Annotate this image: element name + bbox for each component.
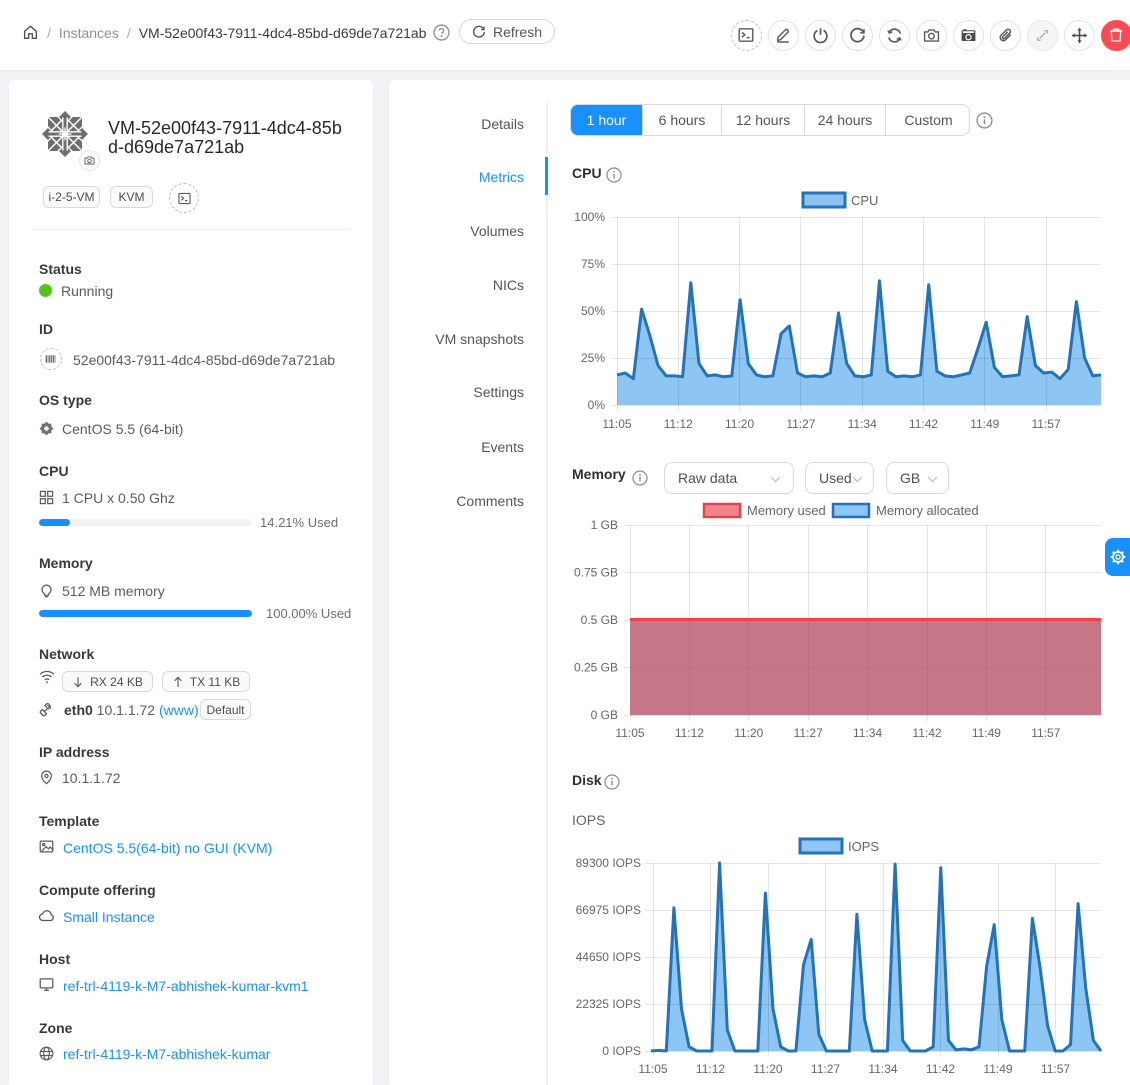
svg-text:44650 IOPS: 44650 IOPS [576,950,641,964]
svg-text:CPU: CPU [851,193,878,208]
svg-text:11:27: 11:27 [811,1062,840,1076]
svg-text:11:12: 11:12 [675,726,704,740]
svg-text:11:42: 11:42 [912,726,941,740]
svg-text:66975 IOPS: 66975 IOPS [576,903,641,917]
svg-text:0 GB: 0 GB [591,708,618,722]
svg-text:11:12: 11:12 [664,417,693,431]
svg-text:11:05: 11:05 [638,1062,667,1076]
svg-text:11:34: 11:34 [848,417,877,431]
svg-text:11:42: 11:42 [909,417,938,431]
svg-text:11:57: 11:57 [1031,726,1060,740]
svg-text:11:49: 11:49 [970,417,999,431]
svg-text:Memory used: Memory used [747,503,826,518]
svg-text:11:34: 11:34 [853,726,882,740]
svg-text:0.25 GB: 0.25 GB [574,661,618,675]
svg-text:0%: 0% [588,398,606,412]
svg-text:100%: 100% [574,210,605,224]
svg-text:11:57: 11:57 [1032,417,1061,431]
svg-text:11:57: 11:57 [1041,1062,1070,1076]
svg-text:11:49: 11:49 [983,1062,1012,1076]
svg-text:11:34: 11:34 [868,1062,897,1076]
svg-text:89300 IOPS: 89300 IOPS [576,856,641,870]
svg-text:75%: 75% [581,257,605,271]
svg-text:11:49: 11:49 [972,726,1001,740]
svg-text:11:05: 11:05 [602,417,631,431]
svg-text:11:27: 11:27 [794,726,823,740]
svg-text:11:05: 11:05 [615,726,644,740]
svg-text:11:20: 11:20 [753,1062,782,1076]
svg-text:50%: 50% [581,304,605,318]
svg-text:25%: 25% [581,351,605,365]
svg-text:11:20: 11:20 [734,726,763,740]
svg-text:0 IOPS: 0 IOPS [602,1044,641,1058]
svg-text:11:42: 11:42 [926,1062,955,1076]
svg-text:11:12: 11:12 [696,1062,725,1076]
svg-text:22325 IOPS: 22325 IOPS [576,997,641,1011]
svg-text:IOPS: IOPS [848,839,879,854]
svg-text:Memory allocated: Memory allocated [876,503,979,518]
svg-text:11:27: 11:27 [786,417,815,431]
svg-text:0.5 GB: 0.5 GB [581,613,618,627]
svg-text:11:20: 11:20 [725,417,754,431]
svg-text:1 GB: 1 GB [591,518,618,532]
svg-text:0.75 GB: 0.75 GB [574,566,618,580]
